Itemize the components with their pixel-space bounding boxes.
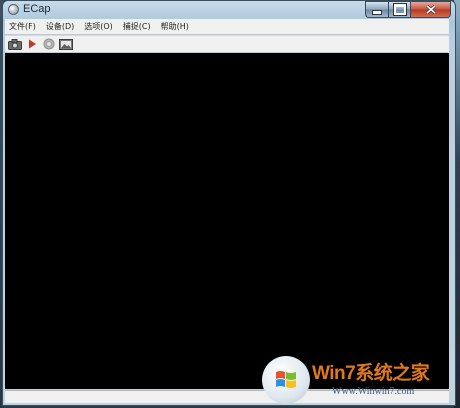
toolbar	[5, 35, 449, 52]
video-preview-area[interactable]	[5, 53, 449, 389]
maximize-button[interactable]	[389, 1, 411, 18]
image-button[interactable]	[58, 38, 74, 51]
watermark-url: Www.Winwin7.com	[332, 386, 415, 397]
minimize-icon	[372, 10, 382, 15]
caption-buttons	[365, 1, 451, 18]
close-button[interactable]	[411, 1, 451, 18]
camera-icon	[8, 38, 22, 50]
app-icon[interactable]	[8, 4, 19, 15]
menu-bar: 文件(F) 设备(D) 选项(O) 捕捉(C) 帮助(H)	[5, 19, 449, 34]
maximize-icon	[393, 4, 406, 15]
watermark: Win7系统之家 Www.Winwin7.com	[262, 356, 458, 408]
menu-options[interactable]: 选项(O)	[79, 21, 118, 32]
stop-icon	[43, 38, 55, 50]
snapshot-button[interactable]	[7, 38, 23, 51]
minimize-button[interactable]	[365, 1, 389, 18]
play-icon	[29, 39, 36, 49]
window-title: ECap	[23, 3, 51, 15]
title-bar[interactable]: ECap	[3, 1, 455, 19]
menu-device[interactable]: 设备(D)	[41, 21, 79, 32]
watermark-brand: Win7系统之家	[312, 363, 430, 384]
image-icon	[59, 38, 73, 50]
menu-capture[interactable]: 捕捉(C)	[118, 21, 156, 32]
menu-file[interactable]: 文件(F)	[5, 21, 41, 32]
menu-help[interactable]: 帮助(H)	[156, 21, 194, 32]
windows-logo	[262, 356, 310, 404]
windows-flag-icon	[276, 371, 296, 388]
stop-button[interactable]	[41, 38, 57, 51]
close-icon	[425, 5, 436, 14]
play-button[interactable]	[24, 38, 40, 51]
